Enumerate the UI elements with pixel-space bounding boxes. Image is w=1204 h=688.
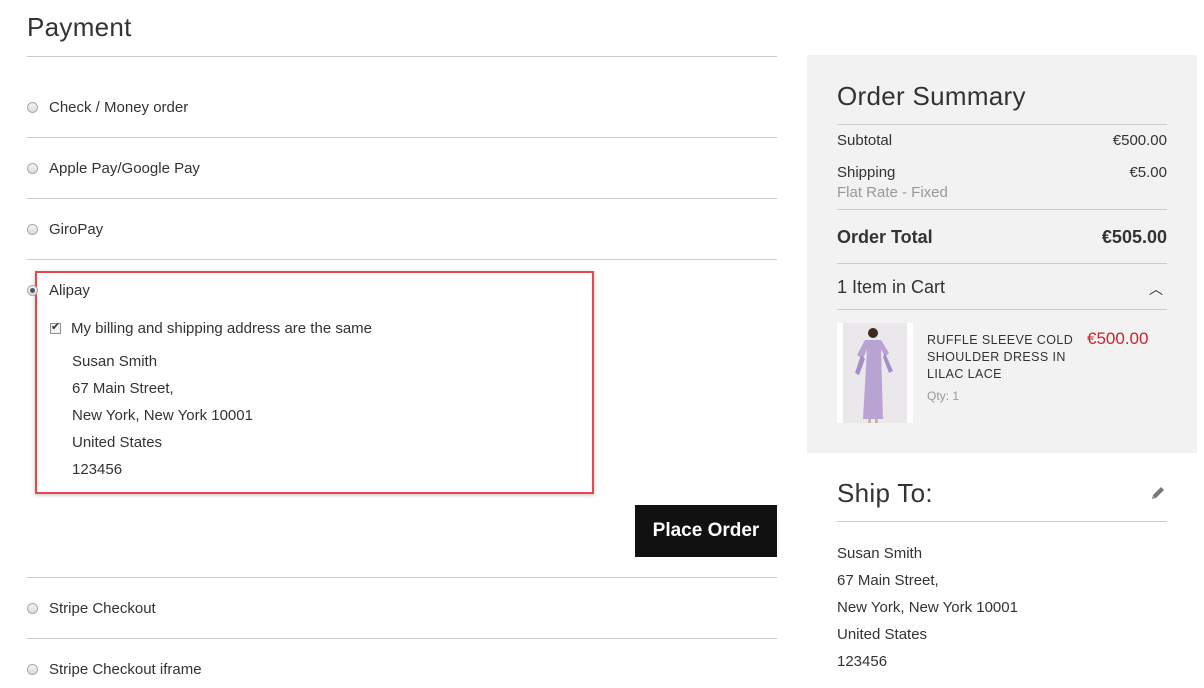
payment-method-label: Alipay — [49, 281, 90, 299]
divider — [27, 638, 777, 639]
order-summary-title: Order Summary — [837, 81, 1026, 111]
billing-country: United States — [72, 434, 163, 451]
divider — [837, 124, 1167, 125]
order-total-value: €505.00 — [1101, 227, 1167, 247]
cart-toggle[interactable]: 1 Item in Cart ︿ — [837, 277, 1167, 298]
payment-method-label: Apple Pay/Google Pay — [49, 159, 200, 177]
product-name[interactable]: RUFFLE SLEEVE COLD SHOULDER DRESS IN LIL… — [927, 332, 1077, 383]
radio-button-selected[interactable] — [27, 284, 38, 296]
radio-button[interactable] — [27, 602, 38, 614]
radio-button[interactable] — [27, 223, 38, 235]
same-address-checkbox-row[interactable]: My billing and shipping address are the … — [50, 320, 372, 337]
cart-count-label: 1 Item in Cart — [837, 277, 946, 297]
product-image — [843, 323, 907, 423]
shipping-label: Shipping — [837, 164, 896, 181]
order-total-label: Order Total — [837, 227, 933, 247]
divider — [27, 198, 777, 199]
shipping-value: €5.00 — [1129, 164, 1167, 181]
payment-method-label: Stripe Checkout iframe — [49, 660, 202, 678]
same-address-label: My billing and shipping address are the … — [71, 320, 373, 337]
ship-to-title: Ship To: — [837, 478, 933, 508]
billing-phone: 123456 — [72, 461, 123, 478]
place-order-button[interactable]: Place Order — [635, 505, 777, 557]
chevron-up-icon[interactable]: ︿ — [1149, 279, 1163, 299]
billing-city: New York, New York 10001 — [72, 407, 253, 424]
subtotal-label: Subtotal — [837, 132, 893, 149]
product-qty: Qty: 1 — [927, 389, 960, 403]
product-price: €500.00 — [1087, 329, 1149, 348]
radio-button[interactable] — [27, 101, 38, 113]
divider — [837, 263, 1167, 264]
pencil-icon[interactable] — [1149, 484, 1167, 502]
payment-method-label: GiroPay — [49, 220, 104, 238]
product-thumbnail[interactable] — [837, 323, 913, 423]
subtotal-value: €500.00 — [1112, 132, 1167, 149]
payment-method-label: Check / Money order — [49, 98, 189, 116]
payment-method-label: Stripe Checkout — [49, 599, 156, 617]
divider — [27, 259, 777, 260]
same-address-checkbox[interactable] — [50, 320, 61, 334]
ship-name: Susan Smith — [837, 545, 923, 562]
radio-button[interactable] — [27, 663, 38, 675]
shipping-row: Shipping €5.00 — [837, 164, 1167, 181]
divider — [27, 577, 777, 578]
order-summary: Order Summary Subtotal €500.00 Shipping … — [807, 55, 1197, 453]
divider — [27, 137, 777, 138]
billing-name: Susan Smith — [72, 353, 158, 370]
divider — [837, 521, 1167, 522]
subtotal-row: Subtotal €500.00 — [837, 132, 1167, 149]
divider — [27, 56, 777, 57]
shipping-method: Flat Rate - Fixed — [837, 184, 948, 201]
divider — [837, 309, 1167, 310]
radio-button[interactable] — [27, 162, 38, 174]
ship-city: New York, New York 10001 — [837, 599, 1018, 616]
divider — [837, 209, 1167, 210]
ship-phone: 123456 — [837, 653, 888, 670]
order-total-row: Order Total €505.00 — [837, 227, 1167, 248]
ship-street: 67 Main Street, — [837, 572, 939, 589]
page-title: Payment — [27, 12, 132, 42]
ship-country: United States — [837, 626, 928, 643]
billing-street: 67 Main Street, — [72, 380, 174, 397]
